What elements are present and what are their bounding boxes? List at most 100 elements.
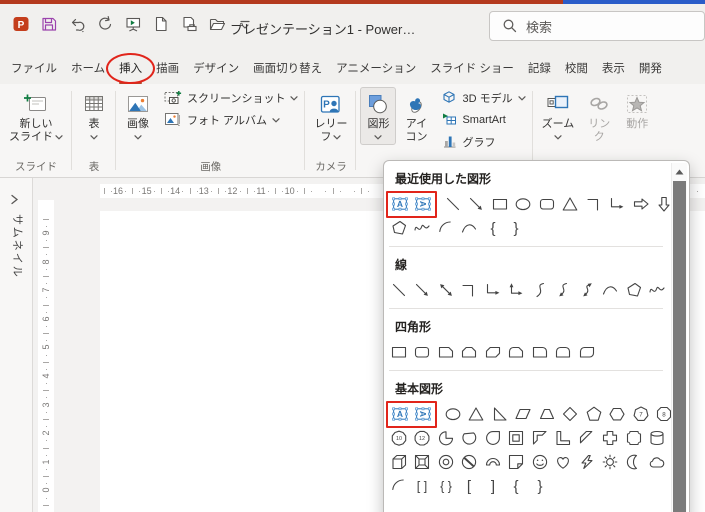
shape-double-bracket[interactable]: [ ] <box>411 475 435 498</box>
start-slideshow-icon[interactable] <box>122 11 143 37</box>
shape-isosceles-triangle[interactable] <box>465 403 489 426</box>
search-box[interactable]: 検索 <box>489 11 705 41</box>
shape-half-frame[interactable] <box>528 427 552 450</box>
shape-textbox-horizontal[interactable]: A <box>388 403 412 426</box>
shape-line-arrow[interactable] <box>465 193 489 216</box>
tab-画面切り替え[interactable]: 画面切り替え <box>246 52 329 84</box>
expand-thumbnails-icon[interactable] <box>10 192 19 210</box>
shape-bracket-right[interactable]: ] <box>481 475 505 498</box>
shape-elbow-arrow-connector[interactable] <box>481 279 505 302</box>
redo-icon[interactable] <box>94 11 115 37</box>
shape-heptagon[interactable]: 7 <box>629 403 653 426</box>
shape-trapezoid[interactable] <box>535 403 559 426</box>
shape-brace-left[interactable]: { <box>481 217 505 240</box>
shape-can[interactable] <box>646 427 670 450</box>
scroll-up-icon[interactable] <box>672 163 687 180</box>
scrollbar-thumb[interactable] <box>673 181 686 512</box>
shape-double-brace[interactable]: { } <box>434 475 458 498</box>
shape-textbox-vertical[interactable]: A <box>412 193 436 216</box>
shape-decagon[interactable]: 10 <box>387 427 411 450</box>
tab-校閲[interactable]: 校閲 <box>558 52 595 84</box>
powerpoint-logo-icon[interactable]: P <box>10 11 31 37</box>
shape-no-symbol[interactable] <box>458 451 482 474</box>
shape-curve[interactable] <box>599 279 623 302</box>
shape-bracket-left[interactable]: [ <box>458 475 482 498</box>
shape-bevel[interactable] <box>411 451 435 474</box>
shape-pentagon[interactable] <box>582 403 606 426</box>
shape-textbox-horizontal[interactable]: A <box>388 193 412 216</box>
shape-rectangle[interactable] <box>387 341 411 364</box>
smartart-button[interactable]: SmartArt <box>437 109 529 131</box>
shape-block-arc[interactable] <box>481 451 505 474</box>
shape-line[interactable] <box>441 193 465 216</box>
icons-button[interactable]: アイ コン <box>398 87 434 145</box>
shape-freeform[interactable] <box>622 279 646 302</box>
shape-snip-same-side-corners[interactable] <box>458 341 482 364</box>
shape-snip-diagonal-corners[interactable] <box>481 341 505 364</box>
undo-icon[interactable] <box>66 11 87 37</box>
relief-button[interactable]: P レリーフ <box>309 87 352 145</box>
shape-elbow-double-arrow-connector[interactable] <box>505 279 529 302</box>
zoom-button[interactable]: ズーム <box>537 87 580 145</box>
shape-curved-arrow-connector[interactable] <box>552 279 576 302</box>
shape-elbow-connector[interactable] <box>458 279 482 302</box>
shape-dodecagon[interactable]: 12 <box>411 427 435 450</box>
shape-round-same-side-corners[interactable] <box>552 341 576 364</box>
shapes-button[interactable]: 図形 <box>360 87 397 145</box>
shape-octagon[interactable]: 8 <box>653 403 671 426</box>
tab-開発[interactable]: 開発 <box>632 52 669 84</box>
shape-diamond[interactable] <box>559 403 583 426</box>
shape-right-triangle[interactable] <box>488 403 512 426</box>
chart-button[interactable]: グラフ <box>437 131 529 153</box>
shape-chord[interactable] <box>458 427 482 450</box>
new-file-icon[interactable] <box>150 11 171 37</box>
photo-album-button[interactable]: フォト アルバム <box>159 109 302 131</box>
shape-diagonal-stripe[interactable] <box>575 427 599 450</box>
shape-hexagon[interactable] <box>606 403 630 426</box>
shape-brace-right[interactable]: } <box>505 217 529 240</box>
shape-line-arrow[interactable] <box>411 279 435 302</box>
shape-cloud[interactable] <box>646 451 670 474</box>
tab-表示[interactable]: 表示 <box>595 52 632 84</box>
shape-curved-double-arrow-connector[interactable] <box>575 279 599 302</box>
save-icon[interactable] <box>38 11 59 37</box>
shape-folded-corner[interactable] <box>505 451 529 474</box>
shape-oval[interactable] <box>512 193 536 216</box>
shape-round-diagonal-corners[interactable] <box>575 341 599 364</box>
shape-heart[interactable] <box>552 451 576 474</box>
shape-rounded-rectangle[interactable] <box>411 341 435 364</box>
shape-snip-single-corner[interactable] <box>434 341 458 364</box>
shape-rectangle[interactable] <box>488 193 512 216</box>
3d-model-button[interactable]: 3D モデル <box>437 87 529 109</box>
picture-button[interactable]: 画像 <box>120 87 156 145</box>
shape-freeform[interactable] <box>387 217 411 240</box>
shape-sun[interactable] <box>599 451 623 474</box>
tab-ホーム[interactable]: ホーム <box>64 52 112 84</box>
shape-moon[interactable] <box>622 451 646 474</box>
thumbnail-pane-collapsed[interactable]: サムネイル <box>0 178 33 512</box>
shape-scribble[interactable] <box>411 217 435 240</box>
shape-curve[interactable] <box>458 217 482 240</box>
shape-arc[interactable] <box>387 475 411 498</box>
tab-描画[interactable]: 描画 <box>149 52 186 84</box>
open-folder-icon[interactable] <box>206 11 227 37</box>
new-slide-button[interactable]: 新しい スライド <box>4 87 68 145</box>
shape-isosceles-triangle[interactable] <box>559 193 583 216</box>
tab-スライド ショー[interactable]: スライド ショー <box>423 52 521 84</box>
shape-rounded-rectangle[interactable] <box>535 193 559 216</box>
shape-smiley[interactable] <box>528 451 552 474</box>
tab-記録[interactable]: 記録 <box>521 52 558 84</box>
shape-scribble[interactable] <box>646 279 670 302</box>
shape-arc[interactable] <box>434 217 458 240</box>
shape-line[interactable] <box>387 279 411 302</box>
shape-plaque[interactable] <box>622 427 646 450</box>
shape-line-double-arrow[interactable] <box>434 279 458 302</box>
shape-curved-connector[interactable] <box>528 279 552 302</box>
shape-arrow-right[interactable] <box>629 193 653 216</box>
tab-デザイン[interactable]: デザイン <box>186 52 246 84</box>
tab-挿入[interactable]: 挿入 <box>106 52 156 84</box>
shape-parallelogram[interactable] <box>512 403 536 426</box>
shape-brace-left[interactable]: { <box>505 475 529 498</box>
shape-teardrop[interactable] <box>481 427 505 450</box>
shape-donut[interactable] <box>434 451 458 474</box>
